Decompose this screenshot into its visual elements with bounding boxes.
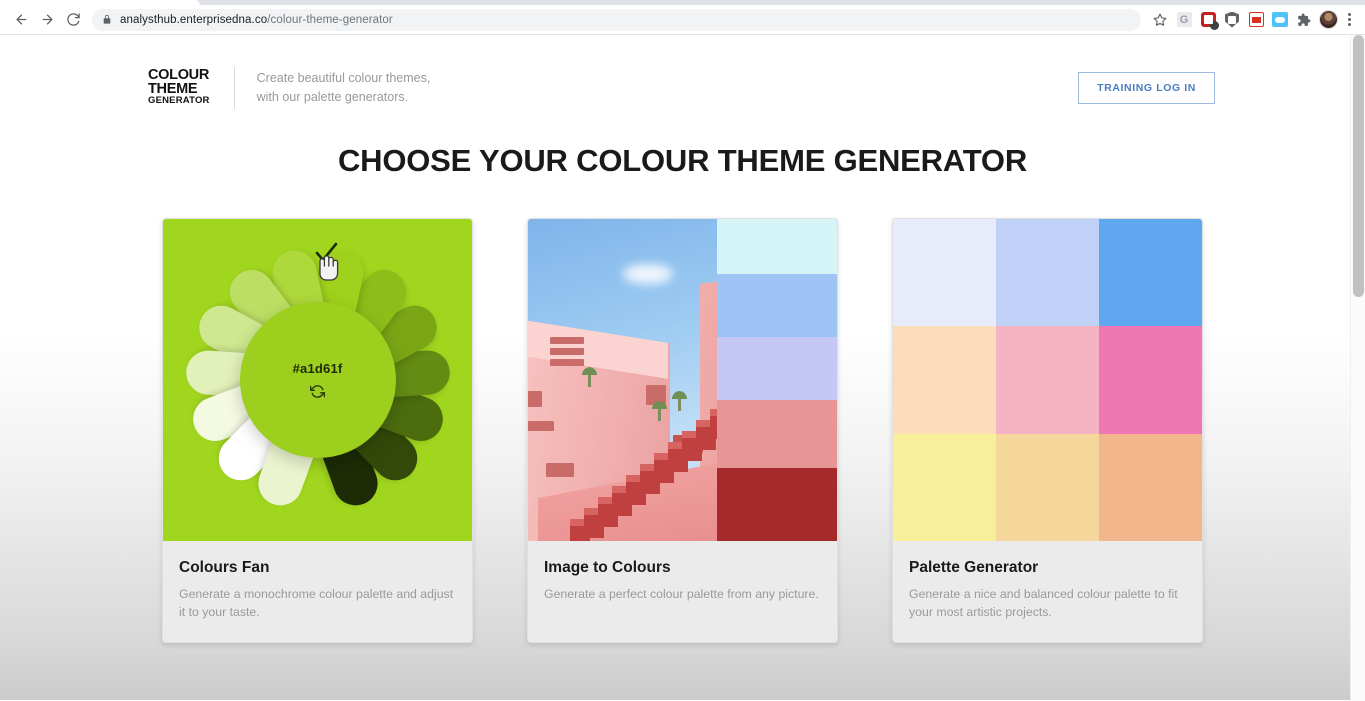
cloud-extension-icon[interactable]	[1269, 9, 1291, 31]
colour-swatch[interactable]	[717, 468, 837, 541]
url-path: /colour-theme-generator	[267, 13, 393, 26]
kebab-menu-icon[interactable]	[1341, 9, 1357, 31]
logo-line-2: THEME	[148, 80, 198, 97]
palm-tree-icon	[650, 399, 669, 421]
card-description: Generate a monochrome colour palette and…	[179, 587, 454, 619]
palette-colour-cell[interactable]	[996, 219, 1099, 327]
refresh-icon[interactable]	[310, 384, 325, 399]
window	[550, 359, 584, 366]
card-body-palette-generator: Palette Generator Generate a nice and ba…	[893, 541, 1202, 642]
palm-tree-icon	[670, 389, 689, 411]
palette-generator-preview[interactable]	[893, 219, 1202, 541]
lock-icon	[102, 14, 112, 25]
window	[528, 421, 554, 431]
cloud-icon	[623, 264, 673, 284]
palette-colour-cell[interactable]	[1099, 326, 1202, 434]
toolbar-right-icons: G	[1149, 9, 1357, 31]
card-body-colours-fan: Colours Fan Generate a monochrome colour…	[163, 541, 472, 642]
colour-swatch[interactable]	[717, 274, 837, 337]
profile-avatar[interactable]	[1317, 9, 1339, 31]
fan-center-swatch[interactable]: #a1d61f	[239, 302, 396, 458]
scrollbar-thumb[interactable]	[1353, 35, 1364, 297]
shield-extension-icon[interactable]	[1221, 9, 1243, 31]
card-description: Generate a nice and balanced colour pale…	[909, 587, 1178, 619]
fan-hex-value: #a1d61f	[292, 361, 343, 376]
palette-colour-cell[interactable]	[1099, 219, 1202, 327]
card-colours-fan[interactable]: #a1d61f Colours Fan Generate a monochrom…	[162, 218, 473, 643]
card-palette-generator[interactable]: Palette Generator Generate a nice and ba…	[892, 218, 1203, 643]
header-divider	[233, 66, 235, 109]
colour-swatch[interactable]	[717, 337, 837, 400]
grammarly-extension-icon[interactable]: G	[1173, 9, 1195, 31]
tagline-line-1: Create beautiful colour themes,	[256, 71, 431, 86]
palette-colour-cell[interactable]	[893, 219, 996, 327]
url-host: analysthub.enterprisedna.co	[120, 13, 268, 26]
colours-fan-preview[interactable]: #a1d61f	[163, 219, 472, 541]
page-scrollbar[interactable]	[1350, 35, 1365, 701]
colour-swatch[interactable]	[717, 219, 837, 274]
window	[546, 463, 574, 477]
page-title: CHOOSE YOUR COLOUR THEME GENERATOR	[337, 143, 1028, 178]
card-title: Colours Fan	[179, 559, 270, 576]
card-title: Palette Generator	[909, 559, 1039, 576]
palette-colour-cell[interactable]	[996, 433, 1099, 541]
url-text: analysthub.enterprisedna.co/colour-theme…	[120, 14, 393, 26]
back-arrow-icon[interactable]	[8, 7, 34, 33]
card-body-image-to-colours: Image to Colours Generate a perfect colo…	[528, 541, 837, 624]
logo-line-3: GENERATOR	[148, 94, 210, 106]
reload-icon[interactable]	[60, 7, 86, 33]
page-viewport: COLOUR THEME GENERATOR Create beautiful …	[0, 35, 1365, 700]
lastpass-extension-icon[interactable]	[1197, 9, 1219, 31]
card-title: Image to Colours	[544, 559, 671, 576]
generator-card-list: #a1d61f Colours Fan Generate a monochrom…	[0, 218, 1365, 643]
palette-colour-cell[interactable]	[996, 326, 1099, 434]
window	[550, 337, 584, 344]
image-to-colours-preview[interactable]	[528, 219, 837, 541]
puzzle-extensions-icon[interactable]	[1293, 9, 1315, 31]
colour-swatch[interactable]	[717, 400, 837, 468]
card-description: Generate a perfect colour palette from a…	[544, 587, 819, 601]
browser-window: analysthub.enterprisedna.co/colour-theme…	[0, 0, 1365, 701]
site-tagline: Create beautiful colour themes, with our…	[257, 69, 431, 105]
site-header: COLOUR THEME GENERATOR Create beautiful …	[0, 35, 1365, 115]
address-bar[interactable]: analysthub.enterprisedna.co/colour-theme…	[92, 8, 1141, 31]
palette-colour-cell[interactable]	[1099, 433, 1202, 541]
palette-colour-grid	[893, 219, 1202, 541]
palm-tree-icon	[580, 365, 599, 387]
site-logo[interactable]: COLOUR THEME GENERATOR	[148, 68, 210, 106]
forward-arrow-icon[interactable]	[34, 7, 60, 33]
pointer-hand-with-check-icon	[309, 239, 345, 283]
star-icon[interactable]	[1149, 9, 1171, 31]
toolbox-extension-icon[interactable]	[1245, 9, 1267, 31]
extracted-swatch-strip	[717, 219, 837, 541]
tagline-line-2: with our palette generators.	[256, 89, 409, 104]
palette-colour-cell[interactable]	[893, 433, 996, 541]
window	[528, 391, 542, 407]
window	[550, 348, 584, 355]
browser-toolbar: analysthub.enterprisedna.co/colour-theme…	[0, 5, 1365, 35]
card-image-to-colours[interactable]: Image to Colours Generate a perfect colo…	[527, 218, 838, 643]
palette-colour-cell[interactable]	[893, 326, 996, 434]
training-log-in-button[interactable]: TRAINING LOG IN	[1078, 71, 1215, 104]
